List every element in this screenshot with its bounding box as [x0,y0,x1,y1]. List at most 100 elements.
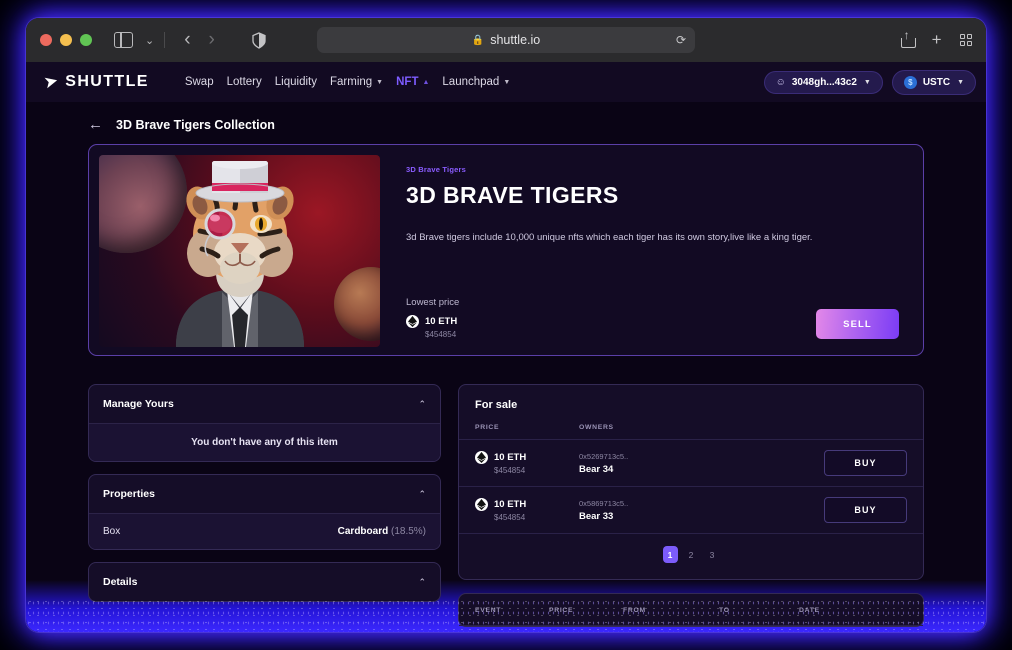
chevron-up-icon: ⌃ [418,488,426,499]
user-icon: ☺ [775,76,786,88]
details-card: Details ⌃ [88,562,441,602]
nav-item-farming[interactable]: Farming ▼ [330,76,383,88]
chevron-down-icon[interactable]: ⌄ [145,34,154,47]
row-price: 10 ETH $454854 [475,451,579,475]
forward-arrow-icon[interactable]: › [200,29,224,51]
planet-decoration [334,267,380,341]
owner-name: Bear 34 [579,463,614,475]
page-button-3[interactable]: 3 [705,546,720,563]
share-icon[interactable] [900,29,916,48]
nav-item-nft[interactable]: NFT ▲ [396,76,429,88]
ustc-coin-icon: $ [903,75,917,89]
back-arrow-icon[interactable]: ‹ [175,29,199,51]
site-logo[interactable]: ➤ SHUTTLE [41,70,149,93]
shield-icon[interactable] [252,31,266,49]
property-row: Box Cardboard (18.5%) [89,514,440,549]
nav-links: Swap Lottery Liquidity Farming ▼ NFT ▲ L [185,76,510,88]
properties-card: Properties ⌃ Box Cardboard (18.5%) [88,474,441,550]
for-sale-title: For sale [475,399,518,411]
nav-item-label: NFT [396,76,419,88]
properties-body: Box Cardboard (18.5%) [89,513,440,549]
row-price: 10 ETH $454854 [475,498,579,522]
browser-window: ⌄ ‹ › 🔒 shuttle.io ⟳ + ➤ SHU [26,18,986,632]
nav-item-label: Liquidity [274,76,317,88]
nav-item-swap[interactable]: Swap [185,76,214,88]
left-column: Manage Yours ⌃ You don't have any of thi… [88,384,441,627]
row-price-usd: $454854 [494,513,526,522]
owner-name: Bear 33 [579,510,614,522]
toolbar-right-actions: + [900,29,972,50]
manage-yours-card: Manage Yours ⌃ You don't have any of thi… [88,384,441,462]
nav-item-launchpad[interactable]: Launchpad ▼ [442,76,510,88]
column-header-from: FROM [623,607,646,614]
chevron-up-icon: ⌃ [418,576,426,587]
chevron-up-icon: ▲ [422,78,430,86]
reload-icon[interactable]: ⟳ [676,33,686,47]
maximize-window-button[interactable] [80,34,92,46]
logo-text: SHUTTLE [65,73,149,90]
page-button-2[interactable]: 2 [684,546,699,563]
property-value-text: Cardboard [337,526,389,537]
owner-address: 0x5869713c5.. [579,498,629,508]
property-rarity: (18.5%) [390,526,426,537]
traffic-lights [40,34,92,46]
right-column: For sale PRICE OWNERS 10 ETH $454854 0x5… [458,384,924,627]
nav-item-label: Launchpad [442,76,500,88]
breadcrumb: ← 3D Brave Tigers Collection [88,116,924,133]
manage-yours-header[interactable]: Manage Yours ⌃ [89,385,440,423]
lowest-price-value: 10 ETH [406,315,459,328]
minimize-window-button[interactable] [60,34,72,46]
column-header-event: EVENT [475,607,502,614]
plus-icon[interactable]: + [932,30,942,50]
buy-button[interactable]: BUY [824,497,907,523]
details-header[interactable]: Details ⌃ [89,563,440,601]
sidebar-toggle-icon[interactable] [114,32,133,48]
properties-header[interactable]: Properties ⌃ [89,475,440,513]
page-button-1[interactable]: 1 [662,546,678,563]
token-selector-button[interactable]: $ USTC ▼ [891,69,976,95]
ethereum-icon [475,498,488,511]
column-header-date: DATE [799,607,820,614]
close-window-button[interactable] [40,34,52,46]
collection-info: 3D Brave Tigers 3D BRAVE TIGERS 3d Brave… [380,155,913,345]
column-header-price: PRICE [475,424,500,431]
row-owner: 0x5269713c5.. Bear 34 [579,452,824,475]
row-price-eth: 10 ETH [494,452,527,463]
wallet-address-button[interactable]: ☺ 3048gh...43c2 ▼ [763,70,883,94]
price-usd: $454854 [425,330,457,339]
back-arrow-icon[interactable]: ← [88,116,103,133]
empty-state-message: You don't have any of this item [191,437,338,448]
chevron-down-icon: ▼ [503,78,511,86]
collection-description: 3d Brave tigers include 10,000 unique nf… [406,232,813,243]
row-owner: 0x5869713c5.. Bear 33 [579,499,824,522]
manage-yours-body: You don't have any of this item [89,423,440,461]
tiger-illustration [175,161,304,347]
rocket-icon: ➤ [41,70,61,93]
lock-icon: 🔒 [471,34,485,46]
lowest-price-label: Lowest price [406,297,460,308]
navbar-right: ☺ 3048gh...43c2 ▼ $ USTC ▼ [763,69,976,95]
events-table-header: EVENT PRICE FROM TO DATE [459,594,923,626]
site-navbar: ➤ SHUTTLE Swap Lottery Liquidity Farming… [26,62,986,102]
for-sale-card: For sale PRICE OWNERS 10 ETH $454854 0x5… [458,384,924,580]
nav-item-lottery[interactable]: Lottery [227,76,262,88]
nav-item-label: Farming [329,76,373,88]
chevron-down-icon: ▼ [957,78,964,86]
owner-address: 0x5269713c5.. [579,451,629,461]
browser-toolbar: ⌄ ‹ › 🔒 shuttle.io ⟳ + [26,18,986,62]
price-eth: 10 ETH [425,316,458,327]
column-header-to: TO [719,607,730,614]
nav-item-liquidity[interactable]: Liquidity [275,76,317,88]
address-bar[interactable]: 🔒 shuttle.io ⟳ [317,27,695,53]
row-price-usd: $454854 [494,466,526,475]
chevron-down-icon: ▼ [376,78,384,86]
buy-button[interactable]: BUY [824,450,907,476]
nav-item-label: Swap [184,76,214,88]
card-title: Details [103,576,138,588]
nft-preview-image[interactable] [99,155,380,347]
sell-button[interactable]: SELL [816,309,899,339]
token-label: USTC [922,76,951,88]
ethereum-icon [406,315,419,328]
grid-icon[interactable] [959,33,972,47]
for-sale-table-header: PRICE OWNERS [459,420,923,440]
